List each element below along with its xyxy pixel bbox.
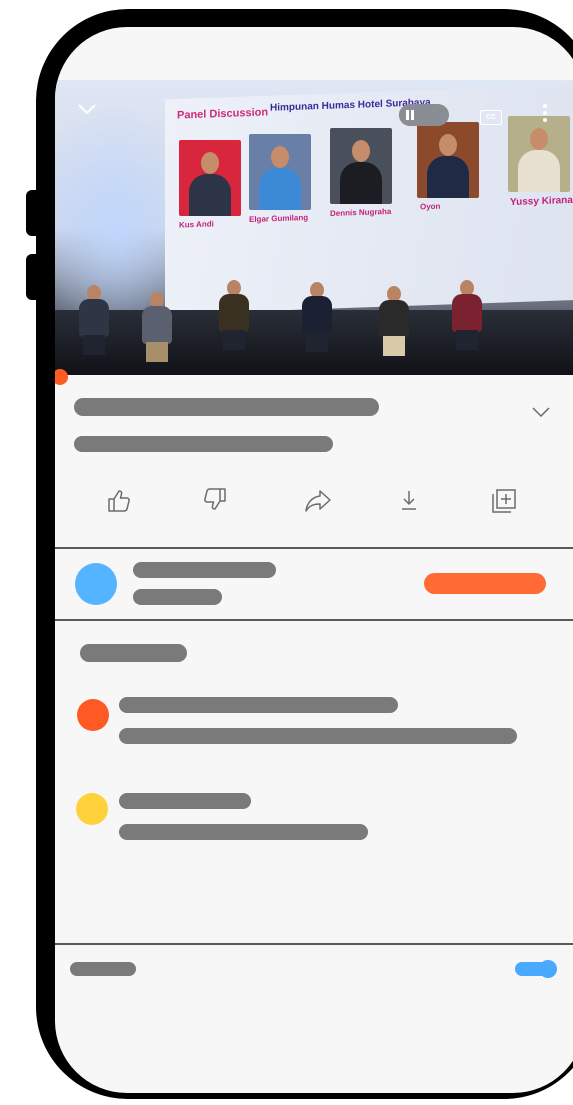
title-placeholder-line bbox=[74, 436, 333, 452]
speaker-figure bbox=[450, 280, 484, 350]
pause-icon bbox=[399, 104, 421, 126]
thumbs-up-icon[interactable] bbox=[106, 488, 132, 519]
more-vertical-icon[interactable] bbox=[543, 104, 547, 125]
autoplay-toggle[interactable] bbox=[515, 960, 557, 978]
panelist-photo bbox=[249, 134, 311, 210]
speaker-figure bbox=[77, 285, 111, 355]
download-icon[interactable] bbox=[400, 489, 418, 516]
progress-scrubber[interactable] bbox=[55, 369, 68, 385]
speaker-figure bbox=[217, 280, 251, 350]
video-player[interactable]: Panel Discussion Himpunan Humas Hotel Su… bbox=[55, 80, 573, 375]
add-to-playlist-icon[interactable] bbox=[491, 488, 517, 519]
pause-button[interactable] bbox=[399, 104, 449, 126]
panelist-name: Oyon bbox=[420, 201, 441, 212]
panelist-photo bbox=[330, 128, 392, 204]
comment-author-placeholder bbox=[119, 793, 251, 809]
speaker-figure bbox=[140, 292, 174, 362]
panelist-photo bbox=[179, 140, 241, 216]
panelist-photo bbox=[508, 116, 570, 192]
channel-avatar[interactable] bbox=[75, 563, 117, 605]
panelist-name: Yussy Kirana bbox=[510, 194, 573, 209]
speaker-figure bbox=[300, 282, 334, 352]
title-placeholder-line bbox=[74, 398, 379, 416]
section-divider bbox=[55, 943, 573, 945]
section-divider bbox=[55, 547, 573, 549]
comment-text-placeholder bbox=[119, 728, 517, 744]
chevron-down-icon[interactable] bbox=[532, 404, 550, 422]
channel-name-placeholder bbox=[133, 562, 276, 578]
autoplay-label-placeholder bbox=[70, 962, 136, 976]
toggle-knob bbox=[539, 960, 557, 978]
subscribe-button[interactable] bbox=[424, 573, 546, 594]
comment-avatar bbox=[76, 793, 108, 825]
thumbs-down-icon[interactable] bbox=[202, 486, 228, 517]
comment-avatar bbox=[77, 699, 109, 731]
chevron-down-icon[interactable] bbox=[77, 102, 97, 120]
cc-icon[interactable]: CC bbox=[480, 110, 502, 125]
panelist-photo bbox=[417, 122, 479, 198]
speaker-figure bbox=[377, 286, 411, 356]
phone-screen: Panel Discussion Himpunan Humas Hotel Su… bbox=[55, 27, 573, 1093]
comment-text-placeholder bbox=[119, 824, 368, 840]
share-icon[interactable] bbox=[304, 488, 332, 519]
comments-header-placeholder bbox=[80, 644, 187, 662]
section-divider bbox=[55, 619, 573, 621]
panelist-name: Kus Andi bbox=[179, 219, 214, 230]
comment-author-placeholder bbox=[119, 697, 398, 713]
channel-subs-placeholder bbox=[133, 589, 222, 605]
